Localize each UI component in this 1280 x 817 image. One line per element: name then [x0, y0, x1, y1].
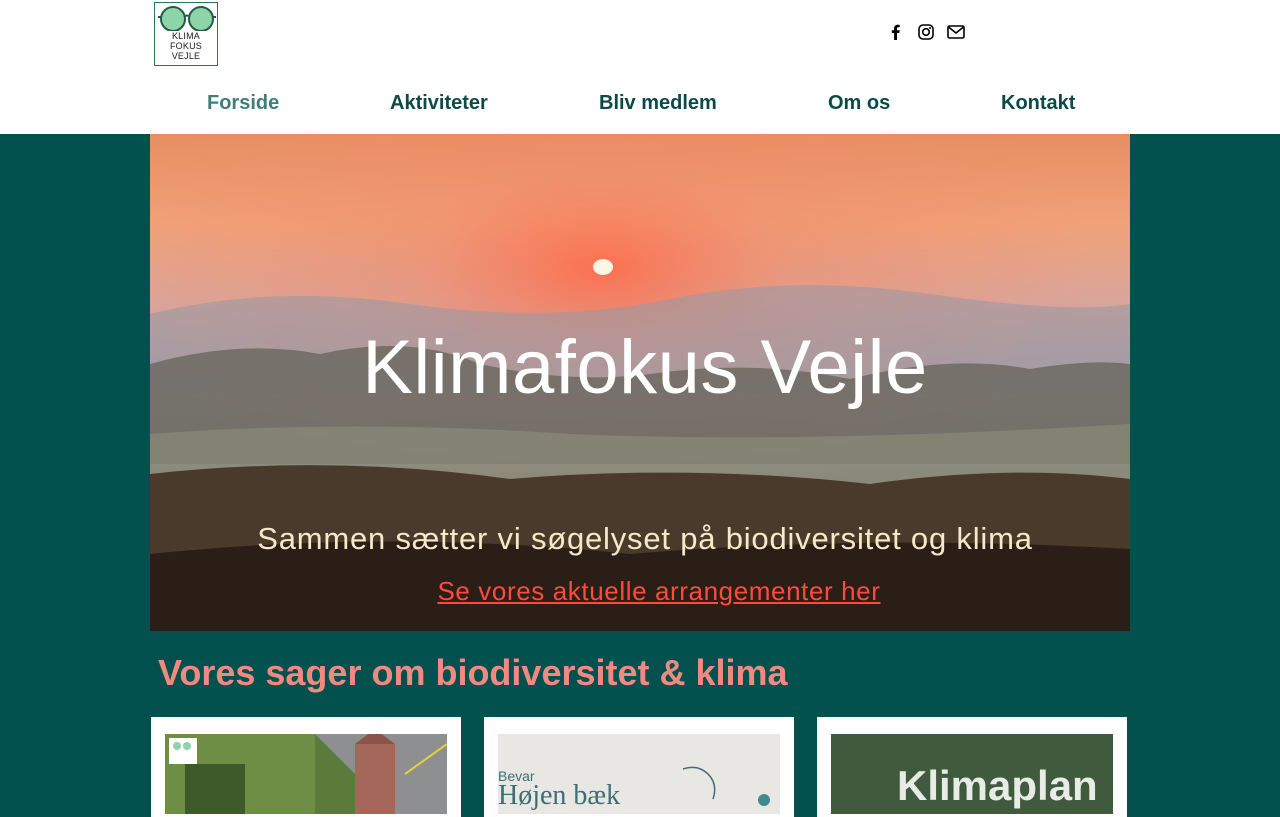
nav-item-forside[interactable]: Forside: [207, 92, 279, 115]
main-nav: Forside Aktiviteter Bliv medlem Om os Ko…: [150, 92, 1130, 120]
site-logo[interactable]: KLIMA FOKUS VEJLE: [154, 2, 218, 66]
hero-banner: Klimafokus Vejle Sammen sætter vi søgely…: [150, 134, 1130, 631]
nav-item-bliv-medlem[interactable]: Bliv medlem: [599, 92, 717, 115]
logo-line-3: VEJLE: [171, 51, 201, 61]
logo-line-1: KLIMA: [171, 31, 200, 41]
social-bar: [886, 22, 966, 42]
nav-item-aktiviteter[interactable]: Aktiviteter: [390, 92, 488, 115]
cause-card[interactable]: Klimaplan: [817, 717, 1127, 817]
card-image: Klimaplan: [831, 734, 1113, 814]
card-image-text: Klimaplan: [897, 762, 1098, 809]
nav-item-kontakt[interactable]: Kontakt: [1001, 92, 1075, 115]
events-link[interactable]: Se vores aktuelle arrangementer her: [150, 576, 1130, 607]
hero-title: Klimafokus Vejle: [362, 325, 928, 410]
site-header: KLIMA FOKUS VEJLE Forside Aktiviteter Bl…: [0, 0, 1280, 134]
cause-card[interactable]: Bevar Højen bæk: [484, 717, 794, 817]
logo-line-2: FOKUS: [169, 41, 202, 51]
glasses-icon: [158, 6, 216, 31]
mail-icon[interactable]: [946, 22, 966, 42]
section-title: Vores sager om biodiversitet & klima: [158, 652, 788, 693]
hero-subtitle: Sammen sætter vi søgelyset på biodiversi…: [257, 521, 1033, 556]
logo-wordmark: KLIMA FOKUS VEJLE: [155, 31, 217, 61]
card-image: Bevar Højen bæk: [498, 734, 780, 814]
card-image-text-large: Højen bæk: [498, 780, 621, 811]
facebook-icon[interactable]: [886, 22, 906, 42]
cause-card[interactable]: [151, 717, 461, 817]
card-image: [165, 734, 447, 814]
nav-item-om-os[interactable]: Om os: [828, 92, 890, 115]
instagram-icon[interactable]: [916, 22, 936, 42]
